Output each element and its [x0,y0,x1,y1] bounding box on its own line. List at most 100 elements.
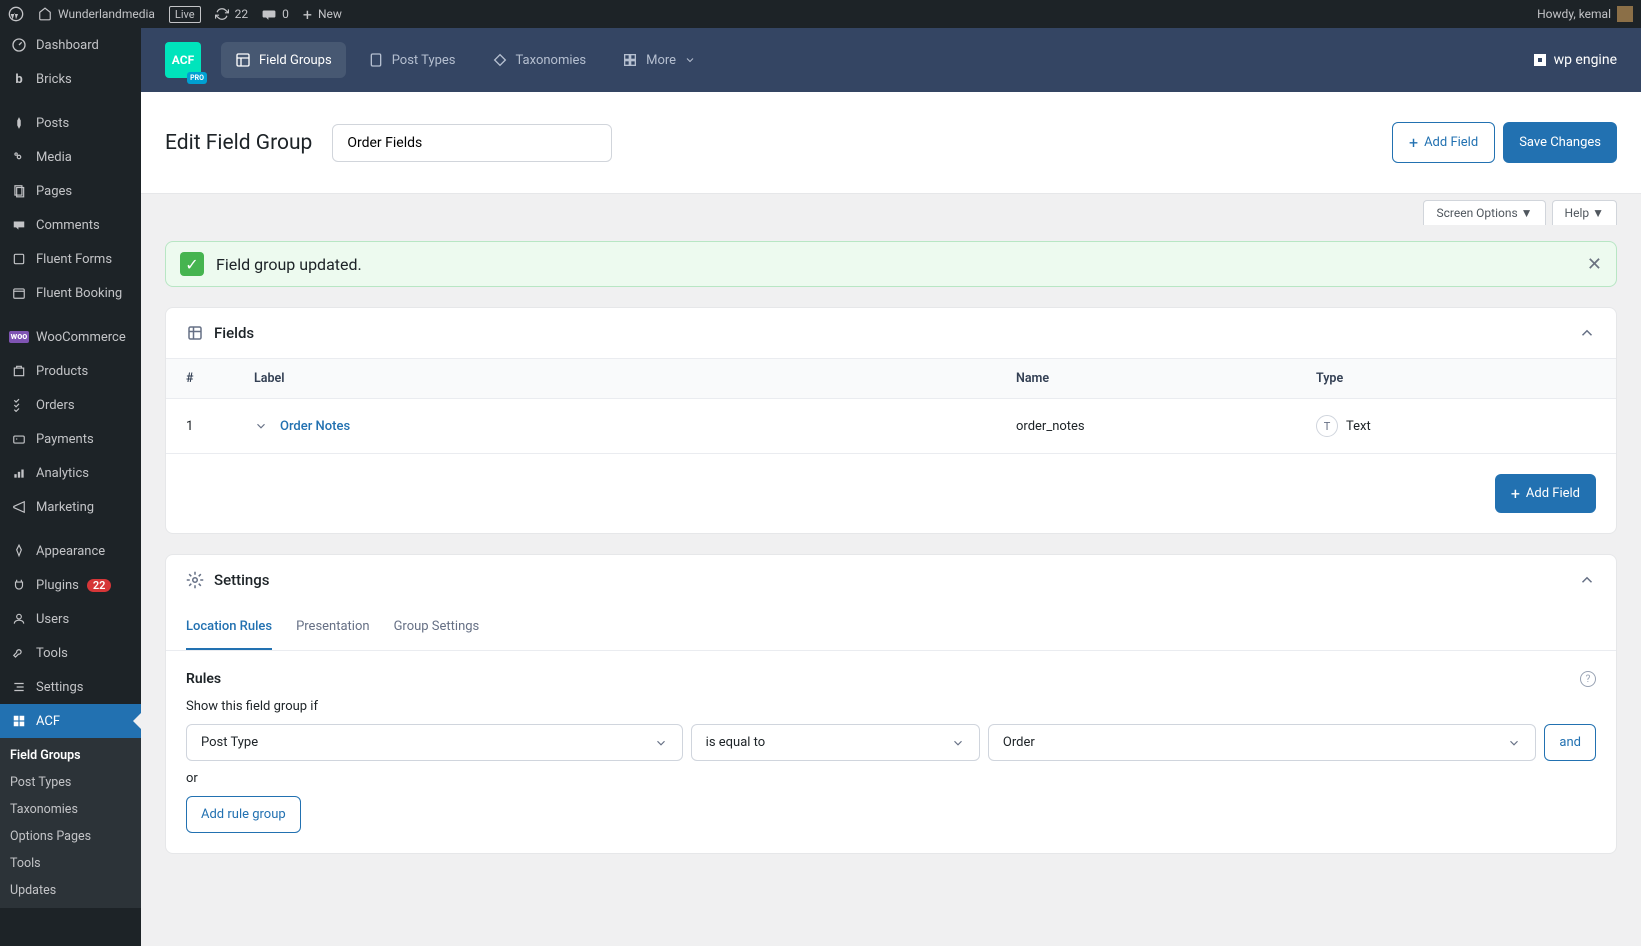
sidebar-item-posts[interactable]: Posts [0,106,141,140]
field-group-title-input[interactable] [332,124,612,162]
marketing-icon [10,498,28,516]
sidebar-item-analytics[interactable]: Analytics [0,456,141,490]
howdy-user[interactable]: Howdy, kemal [1537,6,1633,22]
live-badge: Live [169,6,201,23]
wp-engine-logo[interactable]: wp engine [1532,52,1617,68]
notice-close-button[interactable]: ✕ [1587,254,1602,275]
and-button[interactable]: and [1544,724,1596,761]
chevron-down-icon[interactable] [254,419,268,433]
collapse-icon[interactable] [1578,571,1596,589]
add-rule-group-button[interactable]: Add rule group [186,796,301,833]
rule-operator-select[interactable]: is equal to [691,724,980,761]
field-label-link[interactable]: Order Notes [280,419,350,434]
tag-icon [492,52,508,68]
plugins-icon [10,576,28,594]
sidebar-item-fluent-forms[interactable]: Fluent Forms [0,242,141,276]
sidebar-item-fluent-booking[interactable]: Fluent Booking [0,276,141,310]
help-icon[interactable]: ? [1580,671,1596,687]
field-row[interactable]: 1 Order Notes order_notes TText [166,399,1616,454]
sidebar-submenu: Field Groups Post Types Taxonomies Optio… [0,738,141,908]
sidebar-item-bricks[interactable]: bBricks [0,62,141,96]
fields-title: Fields [214,324,254,342]
dashboard-icon [10,36,28,54]
media-icon [10,148,28,166]
tab-location-rules[interactable]: Location Rules [186,605,272,650]
sub-updates[interactable]: Updates [0,877,141,904]
nav-taxonomies[interactable]: Taxonomies [478,42,601,78]
collapse-icon[interactable] [1578,324,1596,342]
help-button[interactable]: Help ▼ [1552,200,1617,225]
analytics-icon [10,464,28,482]
rules-title: Rules [186,671,221,687]
sub-options-pages[interactable]: Options Pages [0,823,141,850]
sidebar-item-settings[interactable]: Settings [0,670,141,704]
grid-icon [622,52,638,68]
settings-tabs: Location Rules Presentation Group Settin… [166,605,1616,651]
comments-link[interactable]: 0 [262,7,289,21]
sidebar-item-woocommerce[interactable]: wooWooCommerce [0,320,141,354]
updates-link[interactable]: 22 [215,7,249,21]
site-name: Wunderlandmedia [58,7,155,21]
site-link[interactable]: Wunderlandmedia [38,7,155,21]
fields-card: Fields # Label Name Type 1 Order Notes o… [165,307,1617,534]
page-title: Edit Field Group [165,131,312,155]
rules-label: Show this field group if [186,699,1596,714]
chevron-down-icon [654,736,668,750]
sub-field-groups[interactable]: Field Groups [0,742,141,769]
update-notice: ✓ Field group updated. ✕ [165,241,1617,287]
plus-icon: + [1409,133,1418,152]
add-field-button[interactable]: +Add Field [1392,122,1495,163]
sidebar-item-dashboard[interactable]: Dashboard [0,28,141,62]
chevron-down-icon [1507,736,1521,750]
sub-taxonomies[interactable]: Taxonomies [0,796,141,823]
save-changes-button[interactable]: Save Changes [1503,122,1617,163]
sidebar-item-orders[interactable]: Orders [0,388,141,422]
gear-icon [186,571,204,589]
avatar-icon [1617,6,1633,22]
chevron-down-icon [684,54,696,66]
add-field-button-bottom[interactable]: +Add Field [1495,474,1596,513]
acf-header: ACFPRO Field Groups Post Types Taxonomie… [141,28,1641,92]
sidebar-item-tools[interactable]: Tools [0,636,141,670]
booking-icon [10,284,28,302]
acf-logo[interactable]: ACFPRO [165,42,201,78]
rules-section: Rules ? Show this field group if Post Ty… [166,651,1616,853]
success-icon: ✓ [180,252,204,276]
screen-options-button[interactable]: Screen Options ▼ [1423,200,1545,225]
new-link[interactable]: +New [303,5,342,24]
settings-title: Settings [214,571,270,589]
tab-group-settings[interactable]: Group Settings [394,605,480,650]
woo-icon: woo [9,331,30,343]
layout-icon [235,52,251,68]
notice-text: Field group updated. [216,255,362,274]
rule-value-select[interactable]: Order [988,724,1537,761]
sidebar-item-appearance[interactable]: Appearance [0,534,141,568]
sidebar-item-marketing[interactable]: Marketing [0,490,141,524]
fluent-forms-icon [10,250,28,268]
tools-icon [10,644,28,662]
fields-icon [186,324,204,342]
page-header: Edit Field Group +Add Field Save Changes [141,92,1641,194]
tab-presentation[interactable]: Presentation [296,605,370,650]
products-icon [10,362,28,380]
sidebar-item-products[interactable]: Products [0,354,141,388]
nav-more[interactable]: More [608,42,710,78]
sidebar-item-plugins[interactable]: Plugins22 [0,568,141,602]
settings-card: Settings Location Rules Presentation Gro… [165,554,1617,854]
pin-icon [10,114,28,132]
sidebar-item-acf[interactable]: ACF [0,704,141,738]
sidebar-item-pages[interactable]: Pages [0,174,141,208]
nav-post-types[interactable]: Post Types [354,42,470,78]
acf-icon [10,712,28,730]
sidebar-item-users[interactable]: Users [0,602,141,636]
rule-param-select[interactable]: Post Type [186,724,683,761]
sidebar-item-comments[interactable]: Comments [0,208,141,242]
sub-tools[interactable]: Tools [0,850,141,877]
file-icon [368,52,384,68]
sidebar-item-payments[interactable]: Payments [0,422,141,456]
sub-post-types[interactable]: Post Types [0,769,141,796]
admin-sidebar: Dashboard bBricks Posts Media Pages Comm… [0,28,141,946]
wp-logo[interactable] [8,6,24,22]
sidebar-item-media[interactable]: Media [0,140,141,174]
nav-field-groups[interactable]: Field Groups [221,42,346,78]
